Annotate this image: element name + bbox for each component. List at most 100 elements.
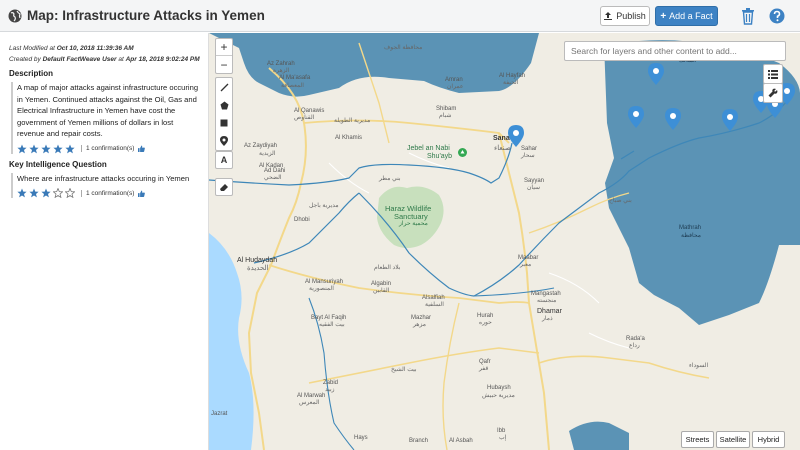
map-label: Qafr (479, 359, 491, 365)
star-empty-icon[interactable] (65, 188, 75, 198)
map-label: مديرية باجل (309, 203, 339, 209)
draw-marker-button[interactable] (216, 132, 232, 150)
map-label: قفر (479, 366, 489, 372)
map-label: Shu'ayb (427, 153, 453, 160)
eraser-button[interactable] (215, 178, 233, 196)
map-label: الضحي (264, 175, 282, 181)
help-icon[interactable] (769, 8, 785, 24)
star-empty-icon[interactable] (53, 188, 63, 198)
thumbs-up-icon[interactable] (138, 145, 146, 152)
map-label: المعصافة (281, 83, 304, 89)
map-label: سحار (521, 153, 535, 159)
maptype-streets-button[interactable]: Streets (681, 431, 714, 448)
map-label: Al Asbah (449, 438, 473, 444)
map-label: زبيد (325, 387, 335, 393)
map-settings-button[interactable] (763, 83, 783, 103)
map-label: القابين (373, 288, 390, 294)
attack-marker-pin[interactable] (628, 106, 644, 128)
map-view[interactable]: محافظة الجوف Az Zahrah الزهرة Al Ma'asaf… (209, 33, 800, 450)
map-label: محافظة (681, 233, 701, 239)
star-filled-icon[interactable] (17, 144, 27, 154)
star-filled-icon[interactable] (41, 144, 51, 154)
attack-marker-pin[interactable] (508, 125, 524, 147)
map-label: بيت الشيخ (391, 367, 417, 373)
polygon-icon (220, 101, 228, 109)
star-filled-icon[interactable] (41, 188, 51, 198)
map-label: معبر (520, 262, 532, 268)
zoom-out-button[interactable]: − (216, 56, 232, 73)
globe-icon (8, 9, 22, 23)
kiq-rating[interactable]: 1 confirmation(s) (17, 188, 200, 198)
kiq-text: Where are infrastructure attacks occurin… (17, 173, 190, 183)
line-icon (220, 83, 228, 91)
map-label: Az Zahrah (267, 61, 295, 67)
created-by: Created by Default FactWeave User at Apr… (9, 56, 200, 63)
last-modified-value: Oct 10, 2018 11:39:36 AM (56, 45, 134, 52)
map-label: Al Hudaydah (237, 257, 278, 264)
list-icon (768, 69, 778, 79)
map-label: المعرس (299, 400, 320, 406)
draw-line-button[interactable] (216, 78, 232, 96)
trash-icon[interactable] (740, 7, 756, 25)
plus-icon: + (660, 10, 667, 22)
map-label: الزهرة (273, 68, 290, 74)
add-fact-button[interactable]: + Add a Fact (655, 6, 718, 26)
map-label: Shibam (436, 106, 457, 112)
description-rating[interactable]: 1 confirmation(s) (17, 144, 200, 154)
map-label: Bayt Al Faqih (311, 315, 347, 321)
draw-polygon-button[interactable] (216, 96, 232, 114)
star-filled-icon[interactable] (17, 188, 27, 198)
draw-rectangle-button[interactable] (216, 114, 232, 132)
attack-marker-pin[interactable] (648, 63, 664, 85)
map-label: Sayyan (524, 178, 545, 184)
star-filled-icon[interactable] (65, 144, 75, 154)
confirmation-count: 1 confirmation(s) (81, 189, 134, 197)
attack-marker-pin[interactable] (722, 109, 738, 131)
park-icon (458, 148, 467, 157)
publish-button[interactable]: Publish (600, 6, 650, 26)
map-label: ذمار (542, 316, 553, 322)
layer-search-input[interactable] (564, 41, 786, 61)
eraser-icon (220, 183, 228, 191)
map-label: مديرية حبيش (482, 393, 515, 399)
map-label: Maabar (518, 255, 539, 261)
kiq-box: Where are infrastructure attacks occurin… (11, 172, 200, 198)
map-label: بلاد الطعام (374, 265, 401, 271)
map-label: Mathrah (679, 225, 702, 231)
map-label: السوداء (689, 363, 709, 369)
map-label: Sahar (521, 146, 538, 152)
top-bar: Map: Infrastructure Attacks in Yemen Pub… (0, 0, 800, 32)
maptype-satellite-button[interactable]: Satellite (716, 431, 750, 448)
map-label: بيت الفقيه (319, 322, 345, 328)
map-label: Al Mansuriyah (305, 279, 344, 285)
map-label: Sanctuary (394, 212, 428, 221)
map-label: عمران (447, 84, 464, 90)
map-label: منجسته (537, 298, 557, 304)
add-fact-label: Add a Fact (669, 11, 713, 21)
map-label: سيان (527, 185, 541, 191)
map-label: Ad Dahi (264, 168, 286, 174)
map-label: Hays (354, 435, 368, 441)
map-label: رداع (629, 343, 640, 349)
map-label: Az Zaydiyah (244, 143, 278, 149)
fact-sidebar: Last Modified at Oct 10, 2018 11:39:36 A… (0, 33, 209, 450)
draw-text-button[interactable]: A (215, 151, 233, 169)
layers-list-button[interactable] (763, 64, 783, 84)
map-label: الزيدية (259, 151, 276, 157)
attack-marker-pin[interactable] (665, 108, 681, 130)
maptype-hybrid-button[interactable]: Hybrid (752, 431, 785, 448)
map-label: Alsalfiah (422, 295, 445, 301)
page-title: Map: Infrastructure Attacks in Yemen (27, 8, 265, 23)
zoom-in-button[interactable]: + (216, 39, 232, 56)
star-filled-icon[interactable] (29, 188, 39, 198)
star-filled-icon[interactable] (53, 144, 63, 154)
thumbs-up-icon[interactable] (138, 189, 146, 197)
map-label: بني صباح (609, 198, 632, 204)
last-modified: Last Modified at Oct 10, 2018 11:39:36 A… (9, 45, 134, 52)
map-label: Al Qanawis (294, 108, 325, 114)
draw-toolbar (215, 77, 233, 151)
description-heading: Description (9, 69, 54, 78)
star-filled-icon[interactable] (29, 144, 39, 154)
kiq-heading: Key Intelligence Question (9, 159, 107, 169)
map-label: إب (499, 435, 507, 441)
